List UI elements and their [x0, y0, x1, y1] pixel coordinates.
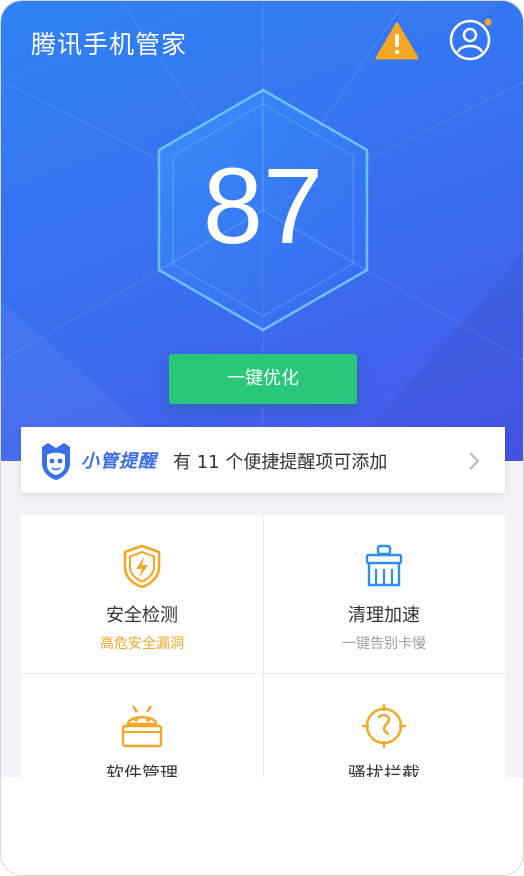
bottom-cutoff-area	[1, 777, 523, 875]
health-score: 87	[202, 145, 324, 266]
one-click-optimize-button[interactable]: 一键优化	[169, 354, 357, 404]
mascot-shield-icon	[42, 443, 70, 480]
broom-icon	[365, 544, 403, 587]
feature-grid: 安全检测 高危安全漏洞 清理加速 一键告别卡慢 软件管理 骚扰拦截	[21, 515, 505, 785]
app-title: 腾讯手机管家	[31, 30, 188, 59]
user-avatar-icon	[449, 18, 492, 61]
reminder-text: 有 11 个便捷提醒项可添加	[173, 452, 388, 473]
feature-subtitle: 高危安全漏洞	[100, 636, 184, 652]
feature-security-check[interactable]: 安全检测 高危安全漏洞	[21, 515, 263, 673]
feature-title: 安全检测	[106, 605, 178, 626]
hero-panel: 腾讯手机管家 87 一键优化	[1, 1, 523, 461]
feature-subtitle: 一键告别卡慢	[342, 636, 426, 652]
warning-button[interactable]	[375, 21, 419, 61]
feature-clean-speedup[interactable]: 清理加速 一键告别卡慢	[263, 515, 505, 673]
shield-lightning-icon	[123, 544, 161, 589]
android-box-icon	[121, 705, 163, 748]
reminder-badge: 小管提醒	[81, 451, 157, 472]
user-profile-button[interactable]	[447, 17, 493, 63]
chevron-right-icon	[469, 452, 480, 470]
notification-dot	[484, 18, 492, 26]
phone-frame: 腾讯手机管家 87 一键优化 小管提醒 有 11 个便捷提醒项可添加 安全检测 …	[0, 0, 524, 876]
feature-title: 清理加速	[348, 605, 420, 626]
warning-triangle-icon	[375, 22, 419, 60]
reminder-card[interactable]: 小管提醒 有 11 个便捷提醒项可添加	[21, 427, 505, 493]
phone-block-icon	[362, 704, 406, 748]
